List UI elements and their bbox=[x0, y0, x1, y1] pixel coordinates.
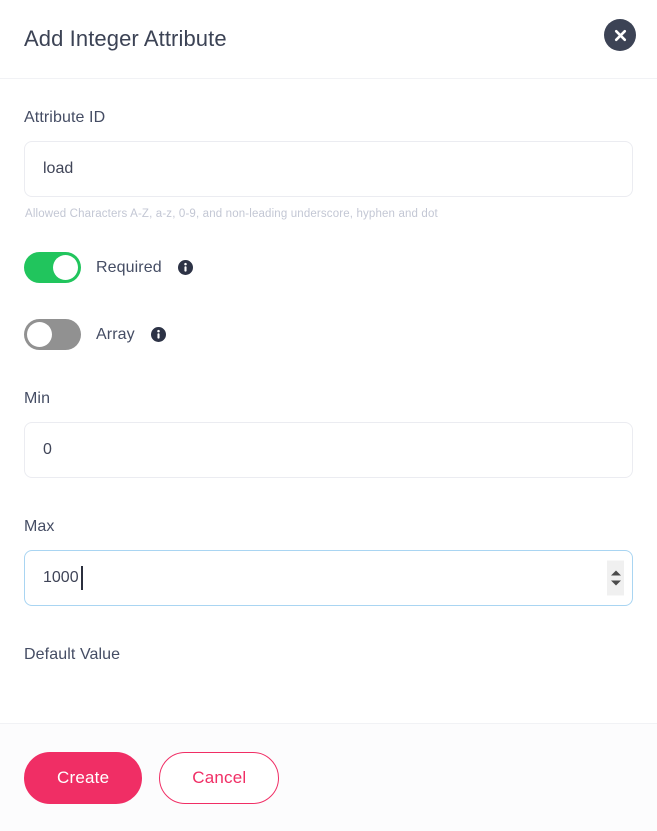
required-toggle-row: Required bbox=[24, 252, 633, 283]
text-cursor bbox=[81, 566, 83, 590]
attribute-id-label: Attribute ID bbox=[24, 109, 106, 126]
required-toggle[interactable] bbox=[24, 252, 81, 283]
default-value-label: Default Value bbox=[24, 646, 121, 663]
attribute-id-input[interactable] bbox=[24, 141, 633, 197]
dialog-header: Add Integer Attribute bbox=[0, 0, 657, 79]
array-toggle-label: Array bbox=[96, 325, 135, 343]
cancel-button[interactable]: Cancel bbox=[159, 751, 280, 804]
add-integer-attribute-dialog: Add Integer Attribute Attribute ID Allow… bbox=[0, 0, 657, 831]
max-number-stepper[interactable] bbox=[607, 560, 624, 596]
array-toggle-row: Array bbox=[24, 319, 633, 350]
max-input-wrapper bbox=[24, 550, 633, 606]
min-input[interactable] bbox=[24, 422, 633, 478]
min-label: Min bbox=[24, 390, 51, 407]
dialog-title: Add Integer Attribute bbox=[24, 26, 227, 51]
info-circle-icon[interactable] bbox=[150, 327, 166, 342]
dialog-body: Attribute ID Allowed Characters A-Z, a-z… bbox=[0, 79, 657, 723]
stepper-up-icon[interactable] bbox=[610, 570, 621, 576]
attribute-id-helper-text: Allowed Characters A-Z, a-z, 0-9, and no… bbox=[25, 208, 438, 220]
required-toggle-label: Required bbox=[96, 258, 162, 276]
toggle-knob bbox=[27, 322, 52, 347]
toggle-knob bbox=[53, 255, 78, 280]
dialog-footer: Create Cancel bbox=[0, 723, 657, 831]
max-input[interactable] bbox=[24, 550, 633, 606]
array-toggle[interactable] bbox=[24, 319, 81, 350]
close-icon[interactable] bbox=[604, 19, 636, 51]
stepper-down-icon[interactable] bbox=[610, 580, 621, 586]
create-button[interactable]: Create bbox=[24, 751, 143, 804]
info-circle-icon[interactable] bbox=[177, 260, 193, 275]
max-label: Max bbox=[24, 518, 55, 535]
